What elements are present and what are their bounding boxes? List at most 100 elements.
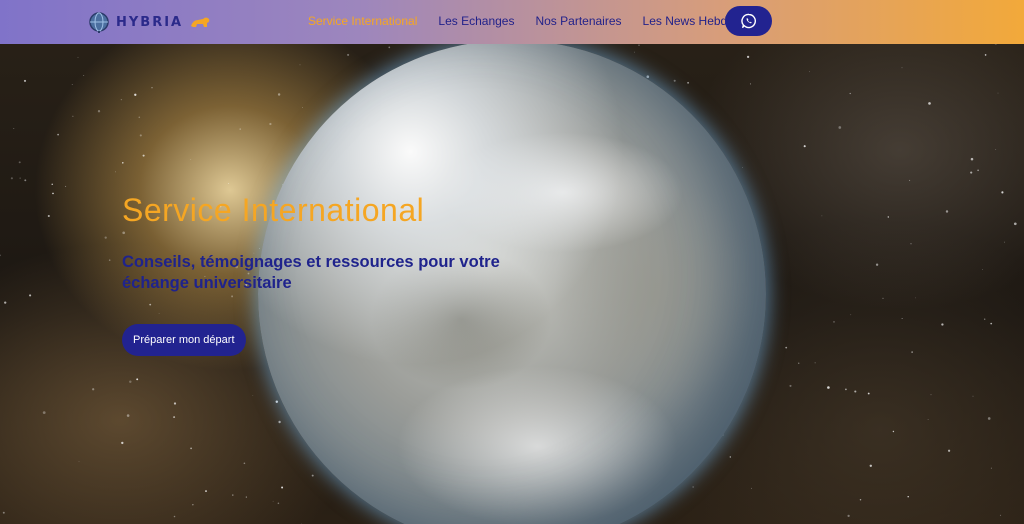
star bbox=[990, 467, 992, 469]
star bbox=[78, 461, 80, 463]
star bbox=[999, 514, 1002, 516]
brand-name: HYBRIA bbox=[116, 14, 184, 30]
star bbox=[23, 79, 27, 82]
star bbox=[120, 98, 123, 101]
star bbox=[930, 394, 932, 396]
star bbox=[272, 500, 274, 502]
star bbox=[281, 486, 284, 489]
star bbox=[19, 177, 21, 179]
star bbox=[892, 430, 895, 433]
brand-logo[interactable]: HYBRIA bbox=[88, 8, 211, 36]
star bbox=[882, 297, 884, 300]
whatsapp-button[interactable] bbox=[725, 6, 772, 36]
star bbox=[83, 74, 85, 76]
nav-item-nos-partenaires[interactable]: Nos Partenaires bbox=[535, 14, 621, 28]
star bbox=[687, 81, 690, 84]
star bbox=[907, 495, 909, 498]
star bbox=[275, 400, 279, 403]
star bbox=[869, 464, 872, 467]
star bbox=[51, 183, 53, 185]
star bbox=[269, 122, 272, 126]
star bbox=[850, 314, 852, 316]
star bbox=[970, 157, 974, 161]
star bbox=[1013, 222, 1017, 226]
star bbox=[245, 496, 247, 498]
navbar: HYBRIA Service International Les Echange… bbox=[0, 0, 1024, 44]
star bbox=[299, 64, 301, 66]
star bbox=[941, 323, 944, 326]
nav-item-les-echanges[interactable]: Les Echanges bbox=[438, 14, 514, 28]
prepare-departure-button[interactable]: Préparer mon départ bbox=[122, 324, 246, 356]
star bbox=[838, 126, 842, 129]
star bbox=[129, 380, 132, 383]
star bbox=[311, 474, 314, 477]
star bbox=[927, 419, 929, 420]
star bbox=[77, 56, 79, 58]
star bbox=[92, 388, 95, 391]
star bbox=[867, 392, 870, 395]
star bbox=[646, 75, 650, 78]
star bbox=[134, 93, 137, 96]
star bbox=[192, 504, 194, 506]
star bbox=[1001, 191, 1004, 194]
star bbox=[911, 351, 913, 353]
star bbox=[10, 177, 13, 180]
star bbox=[746, 55, 750, 59]
star bbox=[142, 154, 145, 157]
page: HYBRIA Service International Les Echange… bbox=[0, 0, 1024, 524]
star bbox=[785, 346, 788, 349]
star bbox=[302, 107, 304, 109]
star bbox=[114, 171, 116, 173]
star bbox=[915, 297, 916, 299]
star bbox=[72, 115, 74, 117]
star bbox=[984, 318, 986, 320]
star bbox=[1004, 241, 1006, 243]
star bbox=[910, 243, 912, 245]
star bbox=[798, 362, 800, 364]
star bbox=[970, 171, 973, 174]
star bbox=[24, 179, 27, 182]
star bbox=[827, 386, 830, 389]
star bbox=[52, 192, 54, 195]
nav-item-les-news-hebdo[interactable]: Les News Hebdo bbox=[643, 14, 734, 28]
star bbox=[139, 134, 142, 137]
star bbox=[673, 79, 676, 82]
star bbox=[692, 486, 694, 488]
star bbox=[190, 158, 192, 160]
star bbox=[47, 214, 50, 218]
star bbox=[984, 54, 987, 56]
star bbox=[901, 317, 903, 319]
star bbox=[42, 411, 46, 414]
star bbox=[277, 502, 280, 505]
star bbox=[252, 394, 254, 396]
nav-item-service-international[interactable]: Service International bbox=[308, 14, 417, 28]
hero-title: Service International bbox=[122, 192, 425, 228]
star bbox=[71, 84, 73, 85]
star bbox=[126, 414, 130, 417]
star bbox=[987, 417, 991, 420]
star bbox=[997, 92, 999, 94]
star bbox=[990, 322, 993, 325]
star bbox=[136, 378, 139, 381]
star bbox=[243, 462, 246, 465]
star bbox=[347, 53, 350, 56]
star bbox=[104, 236, 107, 239]
star bbox=[729, 456, 731, 458]
star bbox=[875, 263, 879, 266]
star bbox=[833, 321, 835, 323]
whatsapp-icon bbox=[740, 13, 756, 29]
star bbox=[789, 384, 792, 387]
star bbox=[190, 447, 192, 450]
star bbox=[887, 216, 890, 218]
star bbox=[814, 362, 816, 364]
star bbox=[121, 441, 124, 445]
star bbox=[2, 511, 5, 514]
star bbox=[228, 182, 230, 185]
star bbox=[4, 301, 7, 304]
star bbox=[13, 128, 15, 130]
star bbox=[0, 254, 1, 257]
star bbox=[278, 420, 281, 424]
star bbox=[909, 179, 911, 182]
star bbox=[928, 102, 931, 105]
main-nav: Service International Les Echanges Nos P… bbox=[308, 14, 734, 28]
